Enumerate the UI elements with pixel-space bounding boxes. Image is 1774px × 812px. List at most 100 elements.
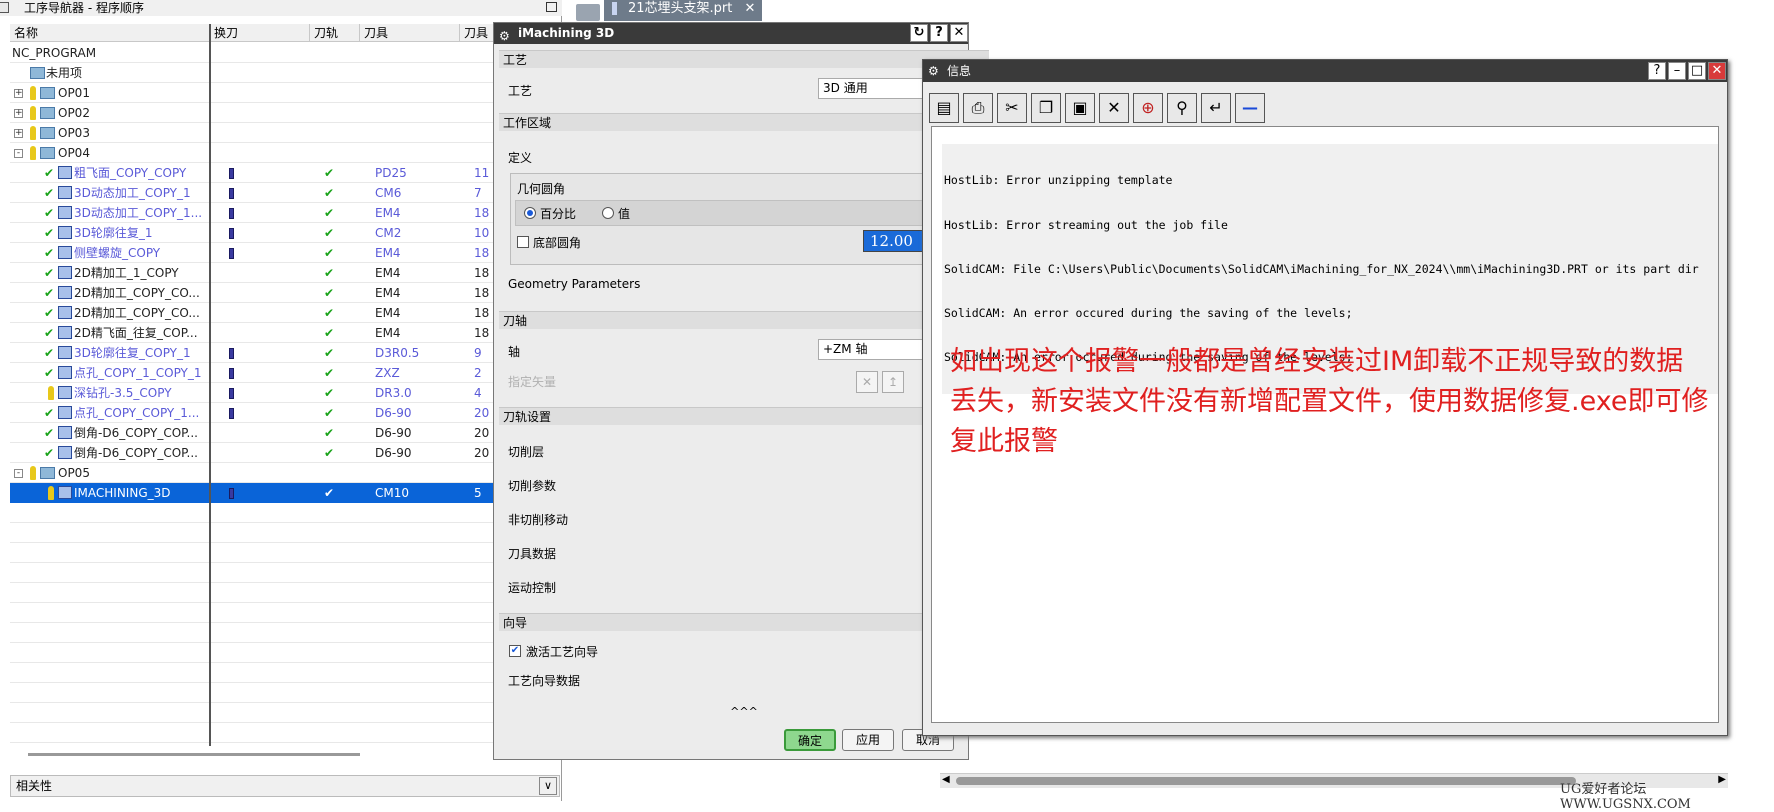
guide-data-item[interactable]: 工艺向导数据: [508, 672, 580, 689]
table-row[interactable]: NC_PROGRAM: [10, 43, 494, 63]
scroll-left-icon[interactable]: ◀: [942, 774, 950, 785]
row-name: 2D精加工_1_COPY: [74, 266, 179, 280]
collapse-icon[interactable]: ^^^: [714, 706, 774, 718]
motion-control-item[interactable]: 运动控制: [508, 579, 556, 596]
scroll-thumb[interactable]: [956, 777, 1576, 785]
close-icon[interactable]: ✕: [737, 1, 756, 16]
table-row[interactable]: ✔ 3D轮廓往复_1 ✔ CM2 10: [10, 223, 494, 243]
table-row[interactable]: ✔ 3D动态加工_COPY_1... ✔ EM4 18: [10, 203, 494, 223]
vector-dialog-icon[interactable]: ✕: [856, 371, 878, 393]
col-tool[interactable]: 刀具: [360, 24, 460, 42]
row-toolpath-cell: ✔: [324, 426, 335, 440]
table-row[interactable]: ✔ 3D轮廓往复_COPY_1 ✔ D3R0.5 9: [10, 343, 494, 363]
vector-reverse-icon[interactable]: ↥: [882, 371, 904, 393]
column-splitter[interactable]: [209, 24, 211, 746]
value-radio[interactable]: [602, 207, 614, 219]
copy-icon[interactable]: ❐: [1031, 93, 1061, 123]
table-row[interactable]: ✔ 倒角-D6_COPY_COP... ✔ D6-90 20: [10, 443, 494, 463]
info-text-area[interactable]: HostLib: Error unzipping template HostLi…: [931, 126, 1728, 788]
section-tool-axis[interactable]: 刀轴: [499, 311, 989, 329]
navigator-title-bar: 工序导航器 - 程序顺序: [0, 0, 562, 16]
table-row[interactable]: + OP02: [10, 103, 494, 123]
wrap-icon[interactable]: ↵: [1201, 93, 1231, 123]
table-row[interactable]: ✔ 3D动态加工_COPY_1 ✔ CM6 7: [10, 183, 494, 203]
col-toolpath[interactable]: 刀轨: [310, 24, 360, 42]
table-row[interactable]: 未用项: [10, 63, 494, 83]
check-icon: ✔: [44, 246, 55, 260]
expand-icon[interactable]: +: [14, 129, 23, 138]
value-label: 值: [618, 207, 631, 221]
non-cut-moves-item[interactable]: 非切削移动: [508, 511, 568, 528]
file-tab[interactable]: 21芯埋头支架.prt ✕: [604, 0, 762, 21]
row-tool-change-cell: [210, 183, 310, 203]
section-process[interactable]: 工艺: [499, 50, 989, 68]
section-toolpath-settings[interactable]: 刀轨设置: [499, 407, 989, 425]
cut-levels-item[interactable]: 切削层: [508, 443, 544, 460]
row-tool-number-cell: [460, 83, 494, 103]
delete-icon[interactable]: ✕: [1099, 93, 1129, 123]
table-row[interactable]: ✔ 2D精加工_COPY_CO... ✔ EM4 18: [10, 303, 494, 323]
target-icon[interactable]: ⊕: [1133, 93, 1163, 123]
close-icon[interactable]: ✕: [1708, 62, 1726, 80]
paste-icon[interactable]: ▣: [1065, 93, 1095, 123]
check-icon: ✔: [44, 406, 55, 420]
bottom-fillet-checkbox[interactable]: [517, 236, 529, 248]
apply-button[interactable]: 应用: [842, 729, 894, 751]
expand-icon[interactable]: -: [14, 149, 23, 158]
close-icon[interactable]: ✕: [950, 24, 968, 42]
row-toolpath-cell: ✔: [324, 266, 335, 280]
table-row[interactable]: - OP04: [10, 143, 494, 163]
expand-icon[interactable]: +: [14, 109, 23, 118]
save-icon[interactable]: ▤: [929, 93, 959, 123]
table-row[interactable]: ✔ 2D精加工_COPY_CO... ✔ EM4 18: [10, 283, 494, 303]
table-row[interactable]: + OP03: [10, 123, 494, 143]
ok-button[interactable]: 确定: [784, 729, 836, 751]
related-panel-bar[interactable]: 相关性 ∨: [10, 775, 560, 797]
tool-data-item[interactable]: 刀具数据: [508, 545, 556, 562]
reset-icon[interactable]: ↻: [910, 24, 928, 42]
row-tool-cell: DR3.0: [375, 386, 412, 400]
restore-icon[interactable]: [546, 2, 557, 12]
section-guide[interactable]: 向导: [499, 613, 989, 631]
table-row[interactable]: ✔ 点孔_COPY_COPY_1... ✔ D6-90 20: [10, 403, 494, 423]
file-tab-label: 21芯埋头支架.prt: [628, 1, 733, 16]
table-row[interactable]: IMACHINING_3D ✔ CM10 5: [10, 483, 494, 503]
section-work-area[interactable]: 工作区域: [499, 113, 989, 131]
tool-change-icon: [229, 368, 234, 379]
table-row[interactable]: ✔ 2D精加工_1_COPY ✔ EM4 18: [10, 263, 494, 283]
find-icon[interactable]: ⚲: [1167, 93, 1197, 123]
print-icon[interactable]: ⎙: [963, 93, 993, 123]
expand-icon[interactable]: -: [14, 469, 23, 478]
table-row[interactable]: ✔ 倒角-D6_COPY_COP... ✔ D6-90 20: [10, 423, 494, 443]
help-icon[interactable]: ?: [930, 24, 948, 42]
operation-icon: [58, 446, 72, 459]
minimize-icon[interactable]: –: [1668, 62, 1686, 80]
check-icon: ✔: [44, 326, 55, 340]
col-name[interactable]: 名称: [10, 24, 210, 42]
cut-params-item[interactable]: 切削参数: [508, 477, 556, 494]
col-tool-change[interactable]: 换刀: [210, 24, 310, 42]
help-icon[interactable]: ?: [1648, 62, 1666, 80]
horizontal-scrollbar[interactable]: [28, 753, 360, 756]
table-row[interactable]: + OP01: [10, 83, 494, 103]
minimize-pane-icon[interactable]: —: [1235, 93, 1265, 123]
row-name: 3D轮廓往复_1: [74, 226, 153, 240]
table-row[interactable]: ✔ 2D精飞面_往复_COP... ✔ EM4 18: [10, 323, 494, 343]
table-row[interactable]: 深钻孔-3.5_COPY ✔ DR3.0 4: [10, 383, 494, 403]
percent-radio[interactable]: [524, 207, 536, 219]
table-row[interactable]: ✔ 侧壁螺旋_COPY ✔ EM4 18: [10, 243, 494, 263]
row-tool-number-cell: 7: [474, 186, 482, 200]
empty-row: [10, 623, 494, 643]
activate-guide-checkbox[interactable]: ✔: [509, 645, 521, 657]
cut-icon[interactable]: ✂: [997, 93, 1027, 123]
chevron-down-icon[interactable]: ∨: [539, 777, 557, 795]
geometry-params[interactable]: Geometry Parameters: [508, 277, 640, 291]
table-row[interactable]: ✔ 粗飞面_COPY_COPY ✔ PD25 11: [10, 163, 494, 183]
expand-icon[interactable]: +: [14, 89, 23, 98]
table-row[interactable]: ✔ 点孔_COPY_1_COPY_1 ✔ ZXZ 2: [10, 363, 494, 383]
maximize-icon[interactable]: □: [1688, 62, 1706, 80]
col-tool-number[interactable]: 刀具: [460, 24, 494, 42]
operation-icon: [58, 186, 72, 199]
table-row[interactable]: - OP05: [10, 463, 494, 483]
folder-icon: [40, 127, 55, 139]
